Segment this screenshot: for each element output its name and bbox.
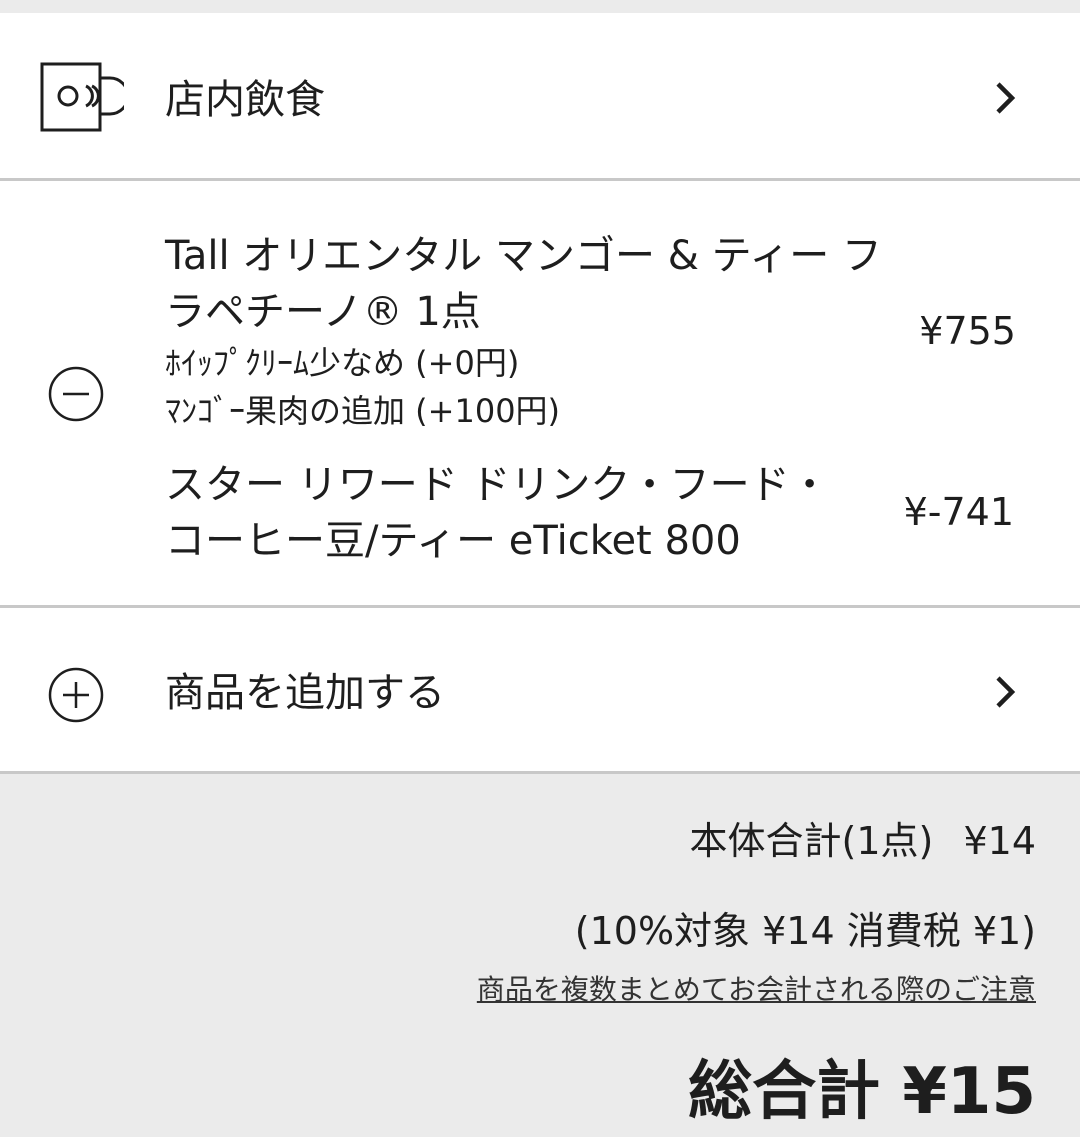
add-item-label: 商品を追加する	[165, 670, 445, 716]
order-items: Tall オリエンタル マンゴー & ティー フラペチーノ® 1点 ﾎｲｯﾌﾟｸ…	[0, 181, 1080, 608]
plus-circle-icon	[48, 667, 104, 723]
top-spacer	[0, 0, 1080, 13]
ticket-price: ¥-741	[903, 490, 1014, 534]
subtotal-label: 本体合計(1点)	[689, 819, 934, 863]
item-name: Tall オリエンタル マンゴー & ティー フラペチーノ® 1点	[165, 233, 882, 335]
chevron-right-icon	[996, 82, 1016, 114]
dine-in-label: 店内飲食	[165, 77, 325, 123]
subtotal: 本体合計(1点) ¥14	[690, 816, 1036, 866]
dine-in-row[interactable]: 店内飲食	[0, 13, 1080, 181]
subtotal-value: ¥14	[963, 819, 1036, 863]
minus-circle-icon[interactable]	[47, 365, 105, 423]
ticket-name: スター リワード ドリンク・フード・コーヒー豆/ティー eTicket 800	[165, 462, 830, 564]
grand-total: 総合計 ¥15	[688, 1055, 1036, 1129]
cup-icon	[40, 62, 124, 132]
item-option: ﾎｲｯﾌﾟｸﾘｰﾑ少なめ (+0円)	[165, 344, 520, 382]
item-option: ﾏﾝｺﾞｰ果肉の追加 (+100円)	[165, 392, 561, 430]
order-summary: 本体合計(1点) ¥14 (10%対象 ¥14 消費税 ¥1) 商品を複数まとめ…	[0, 774, 1080, 1137]
add-item-row[interactable]: 商品を追加する	[0, 608, 1080, 774]
tax-line: (10%対象 ¥14 消費税 ¥1)	[574, 909, 1036, 953]
multiple-items-notice-link[interactable]: 商品を複数まとめてお会計される際のご注意	[477, 972, 1036, 1008]
chevron-right-icon	[996, 676, 1016, 708]
item-price: ¥755	[919, 309, 1016, 353]
